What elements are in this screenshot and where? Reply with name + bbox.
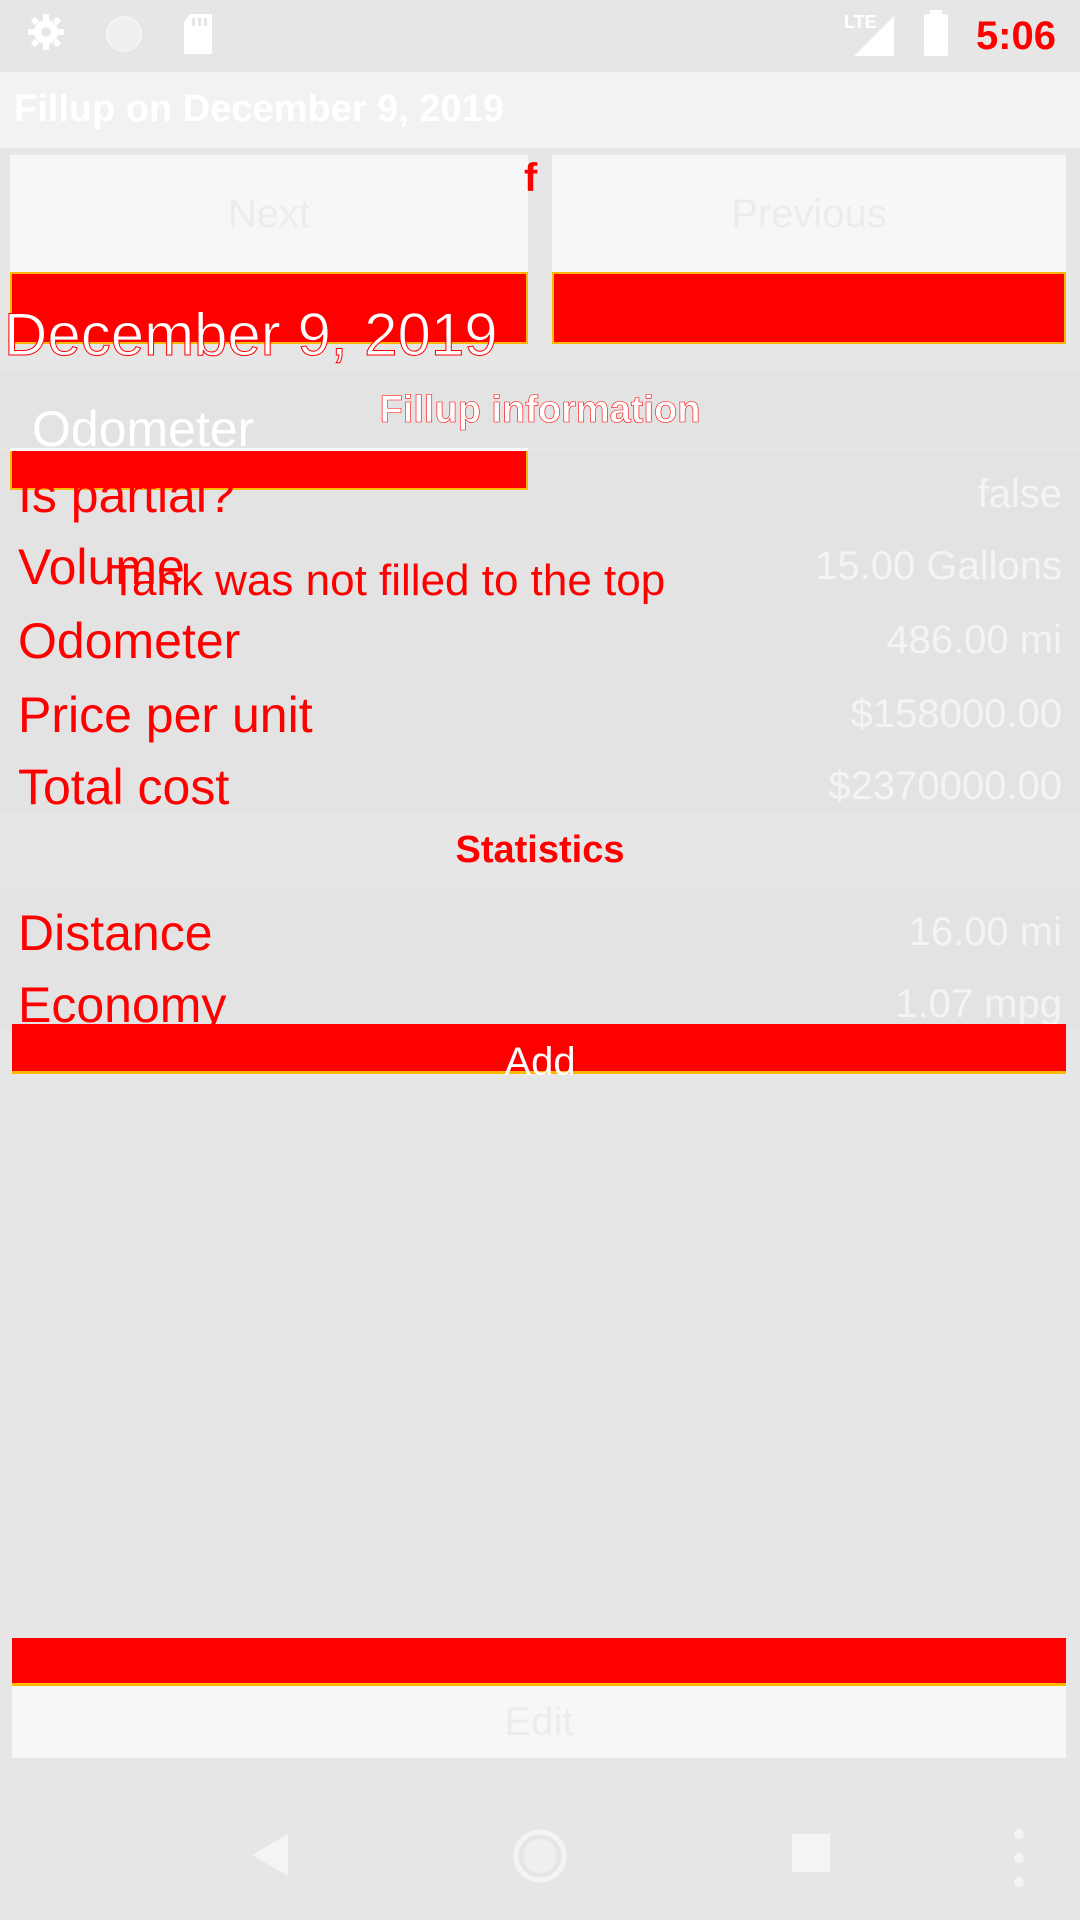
sd-card-icon — [184, 14, 212, 54]
row-label-is-partial: Is partial? — [18, 467, 235, 523]
row-value-economy: 1.07 mpg — [895, 982, 1062, 1026]
overflow-menu-icon[interactable] — [1008, 1826, 1030, 1890]
row-value-is-partial: false — [977, 472, 1063, 516]
row-value-price-per-unit: $158000.00 — [850, 692, 1062, 736]
edit-button-highlight — [12, 1638, 1066, 1686]
gear-icon — [28, 14, 64, 50]
home-icon[interactable] — [512, 1828, 568, 1884]
navigation-bar — [0, 1800, 1080, 1920]
row-label-distance: Distance — [18, 905, 213, 961]
row-value-distance: 16.00 mi — [908, 910, 1062, 954]
partial-note: Tank was not filled to the top — [110, 556, 666, 605]
back-icon[interactable] — [248, 1830, 292, 1880]
row-label-odometer: Odometer — [18, 613, 241, 669]
overlay-stray-char: f — [524, 156, 538, 200]
row-value-total-cost: $2370000.00 — [828, 764, 1062, 808]
recents-icon[interactable] — [790, 1832, 832, 1874]
battery-icon — [924, 10, 948, 56]
page-title: Fillup on December 9, 2019 — [14, 88, 504, 130]
section-header-statistics: Statistics — [0, 812, 1080, 888]
status-bar: LTE 5:06 — [0, 0, 1080, 72]
add-button-label: Add — [504, 1040, 576, 1084]
status-time: 5:06 — [975, 14, 1056, 58]
odometer-field-label: Odometer — [32, 401, 255, 457]
circle-icon — [106, 16, 142, 52]
date-display: December 9, 2019 — [4, 301, 499, 369]
edit-button[interactable]: Edit — [12, 1686, 1066, 1758]
next-button[interactable]: Next — [10, 152, 528, 272]
time-field-highlight — [552, 272, 1066, 344]
row-label-price-per-unit: Price per unit — [18, 687, 313, 743]
row-value-volume: 15.00 Gallons — [815, 544, 1062, 588]
previous-button[interactable]: Previous — [552, 152, 1066, 272]
row-label-total-cost: Total cost — [18, 759, 230, 815]
row-value-odometer: 486.00 mi — [886, 618, 1062, 662]
lte-signal-icon — [854, 16, 894, 56]
app-bar: Fillup on December 9, 2019 — [0, 72, 1080, 148]
